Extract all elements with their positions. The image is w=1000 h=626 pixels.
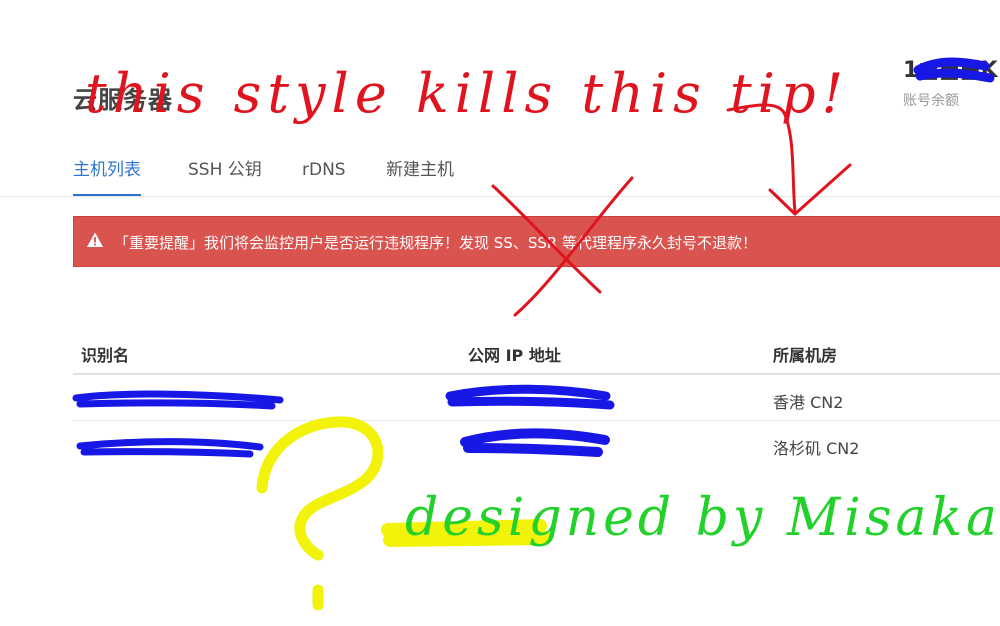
account-balance: 1■■■K (903, 58, 998, 83)
tab-new-host[interactable]: 新建主机 (386, 158, 454, 194)
row-1-name-redaction (72, 390, 284, 410)
warning-alert: 「重要提醒」我们将会监控用户是否运行违规程序！发现 SS、SSR 等代理程序永久… (73, 216, 1000, 267)
column-header-datacenter: 所属机房 (773, 346, 838, 365)
table-header-divider (73, 373, 1000, 375)
question-mark-icon (256, 416, 384, 611)
row-1-ip-redaction (445, 384, 615, 410)
warning-icon (87, 232, 103, 247)
account-balance-label: 账号余额 (903, 93, 959, 109)
tab-ssh-keys[interactable]: SSH 公钥 (188, 158, 262, 194)
row-2-ip-redaction (460, 428, 610, 457)
alert-message: 「重要提醒」我们将会监控用户是否运行违规程序！发现 SS、SSR 等代理程序永久… (114, 234, 758, 252)
row-2-datacenter: 洛杉矶 CN2 (773, 439, 860, 458)
tab-rdns[interactable]: rDNS (302, 158, 346, 194)
column-header-name: 识别名 (81, 346, 130, 365)
column-header-ip: 公网 IP 地址 (468, 346, 561, 365)
red-handwritten-note: this style kills this tip! (85, 62, 850, 125)
row-1-datacenter: 香港 CN2 (773, 393, 844, 412)
tab-host-list[interactable]: 主机列表 (73, 158, 141, 196)
tabs-divider (0, 196, 1000, 197)
row-2-name-redaction (76, 438, 264, 458)
table-row-divider (73, 420, 1000, 421)
green-handwritten-signature: designed by Misaka (405, 488, 1000, 548)
